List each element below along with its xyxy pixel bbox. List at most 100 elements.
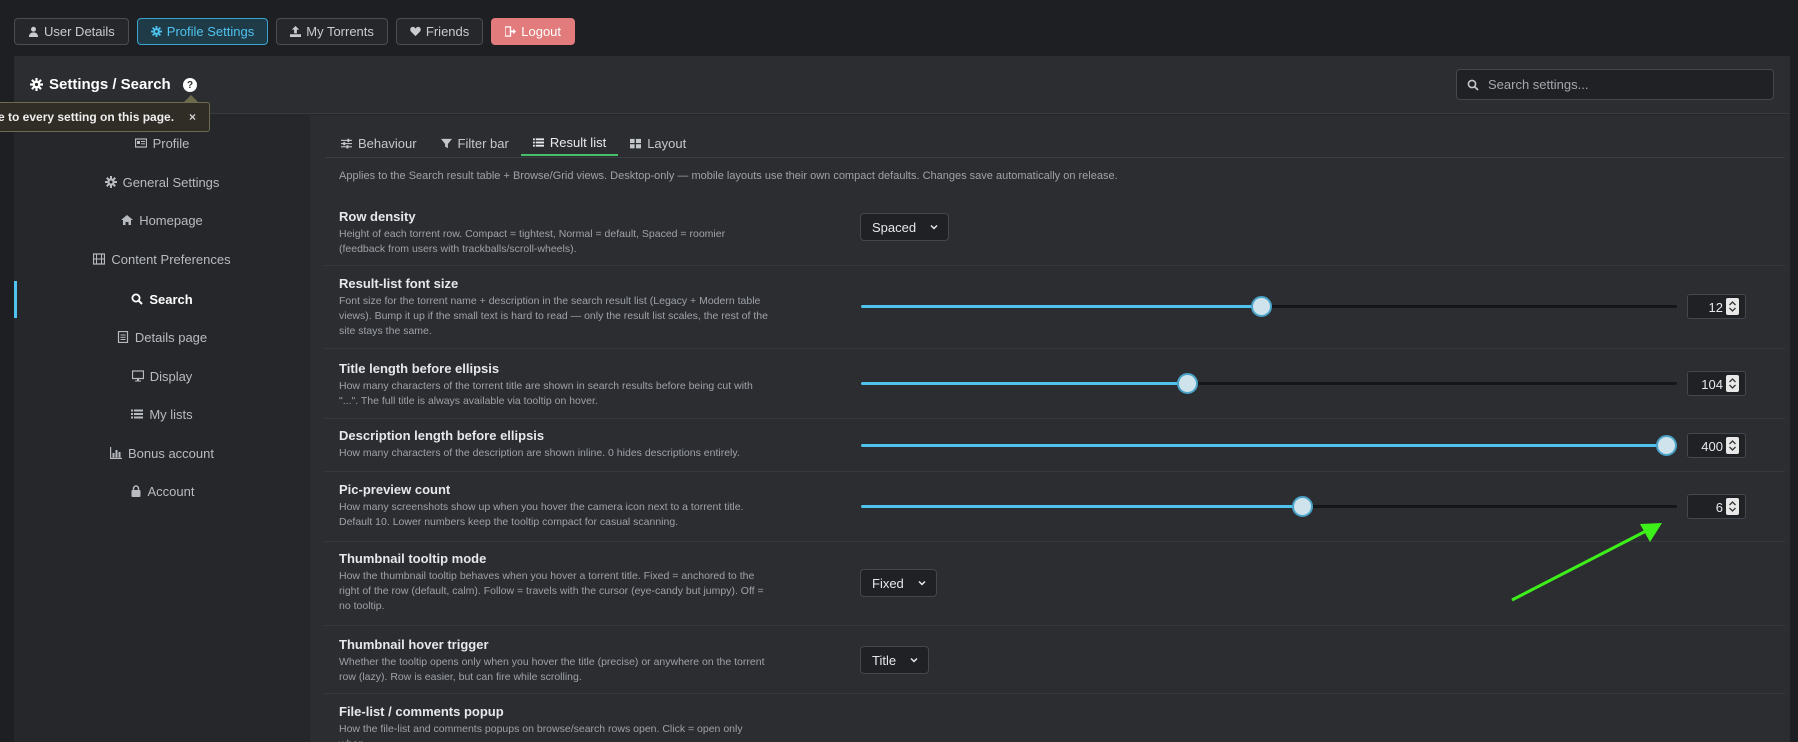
help-icon[interactable]: ? (183, 78, 197, 92)
sidebar-item-label: Homepage (139, 212, 203, 228)
sidebar-item-general-settings[interactable]: General Settings (14, 168, 310, 196)
sidebar-item-label: Bonus account (127, 445, 214, 461)
sidebar-item-display[interactable]: Display (14, 362, 310, 390)
slider-thumb[interactable] (1177, 373, 1198, 394)
font-size-input[interactable]: 12 (1687, 294, 1746, 319)
number-value: 104 (1701, 377, 1723, 392)
setting-title: Description length before ellipsis (339, 428, 545, 443)
tab-label: Filter bar (457, 135, 509, 151)
thumbnail-mode-select[interactable]: Fixed (860, 569, 937, 597)
slider-thumb[interactable] (1656, 435, 1677, 456)
slider-fill (861, 305, 1261, 308)
setting-description: Height of each torrent row. Compact = ti… (339, 228, 726, 255)
tabs-divider (325, 157, 1785, 158)
profile-settings-label: Profile Settings (166, 24, 255, 39)
chevron-down-icon (910, 657, 918, 663)
setting-description: How the file-list and comments popups on… (339, 723, 743, 742)
search-input[interactable] (1488, 77, 1758, 92)
sidebar-item-details-page[interactable]: Details page (14, 323, 310, 351)
spinner-icon[interactable] (1726, 437, 1739, 454)
page-title: Settings / Search (30, 76, 171, 93)
chevron-down-icon (918, 580, 926, 586)
settings-content: Behaviour Filter bar Result list Layout … (310, 115, 1790, 742)
tab-behaviour[interactable]: Behaviour (329, 130, 429, 156)
spinner-icon[interactable] (1726, 375, 1739, 392)
slider-thumb[interactable] (1251, 296, 1272, 317)
my-torrents-button[interactable]: My Torrents (276, 18, 388, 45)
home-icon (121, 215, 134, 225)
number-value: 12 (1708, 300, 1723, 315)
slider-fill (861, 382, 1187, 385)
setting-description-length: Description length before ellipsis How m… (325, 419, 1785, 472)
top-nav: User Details Profile Settings My Torrent… (14, 18, 576, 45)
row-density-select[interactable]: Spaced (860, 213, 950, 241)
setting-title-length: Title length before ellipsis How many ch… (325, 349, 1785, 419)
sidebar-item-account[interactable]: Account (14, 477, 310, 505)
setting-title: Title length before ellipsis (339, 361, 500, 376)
upload-icon (290, 26, 302, 37)
sidebar-item-label: Profile (152, 135, 190, 151)
settings-search[interactable] (1456, 69, 1774, 100)
setting-description: Font size for the torrent name + descrip… (339, 295, 768, 337)
description-length-slider[interactable] (861, 435, 1677, 456)
number-value: 400 (1701, 439, 1723, 454)
gear-icon (30, 78, 43, 91)
slider-fill (861, 444, 1677, 447)
slider-fill (861, 505, 1302, 508)
logout-button[interactable]: Logout (491, 18, 576, 45)
tab-label: Behaviour (358, 135, 417, 151)
logout-label: Logout (521, 24, 562, 39)
list-icon (532, 137, 544, 147)
spinner-icon[interactable] (1726, 298, 1739, 315)
title-length-input[interactable]: 104 (1687, 371, 1746, 396)
user-details-button[interactable]: User Details (14, 18, 129, 45)
spinner-icon[interactable] (1726, 498, 1739, 515)
sidebar-item-homepage[interactable]: Homepage (14, 206, 310, 234)
filter-icon (440, 138, 452, 148)
sidebar-item-profile[interactable]: Profile (14, 129, 310, 157)
sidebar-item-my-lists[interactable]: My lists (14, 400, 310, 428)
my-torrents-label: My Torrents (306, 24, 374, 39)
setting-title: Thumbnail tooltip mode (339, 551, 487, 566)
sliders-icon (341, 138, 352, 148)
setting-description: Whether the tooltip opens only when you … (339, 656, 765, 683)
title-length-slider[interactable] (861, 373, 1677, 394)
setting-title: Row density (339, 209, 416, 224)
sidebar-item-label: Display (149, 368, 193, 384)
description-length-input[interactable]: 400 (1687, 433, 1746, 458)
slider-thumb[interactable] (1292, 496, 1313, 517)
setting-title: Result-list font size (339, 276, 459, 291)
pic-preview-slider[interactable] (861, 496, 1677, 517)
select-value: Spaced (872, 219, 917, 235)
sidebar-item-label: General Settings (122, 174, 220, 190)
setting-description: How many screenshots show up when you ho… (339, 501, 744, 528)
sidebar-item-bonus-account[interactable]: Bonus account (14, 439, 310, 467)
friends-label: Friends (425, 24, 470, 39)
profile-settings-button[interactable]: Profile Settings (136, 18, 269, 45)
select-value: Fixed (872, 575, 904, 591)
sidebar-item-search[interactable]: Search (14, 285, 310, 313)
tab-filter-bar[interactable]: Filter bar (429, 130, 521, 156)
user-details-label: User Details (44, 24, 115, 39)
thumbnail-trigger-select[interactable]: Title (860, 646, 930, 674)
tooltip-arrow (184, 95, 198, 102)
page-title-text: Settings / Search (49, 76, 171, 93)
setting-row-density: Row density Height of each torrent row. … (325, 199, 1785, 266)
bar-chart-icon (109, 447, 122, 459)
user-icon (28, 26, 39, 37)
setting-description: How many characters of the description a… (339, 447, 740, 459)
monitor-icon (131, 370, 144, 382)
font-size-slider[interactable] (861, 296, 1677, 317)
sidebar-item-content-preferences[interactable]: Content Preferences (14, 245, 310, 273)
tab-layout[interactable]: Layout (618, 130, 698, 156)
tab-result-list[interactable]: Result list (520, 130, 619, 156)
pic-preview-input[interactable]: 6 (1687, 494, 1746, 519)
film-icon (93, 253, 106, 265)
friends-button[interactable]: Friends (395, 18, 484, 45)
setting-title: Thumbnail hover trigger (339, 637, 489, 652)
search-icon (1467, 79, 1479, 91)
setting-file-list: File-list / comments popup How the file-… (325, 694, 1785, 742)
panel-header: Settings / Search ? (14, 56, 1790, 114)
setting-title: File-list / comments popup (339, 704, 504, 719)
gear-icon (150, 26, 162, 37)
